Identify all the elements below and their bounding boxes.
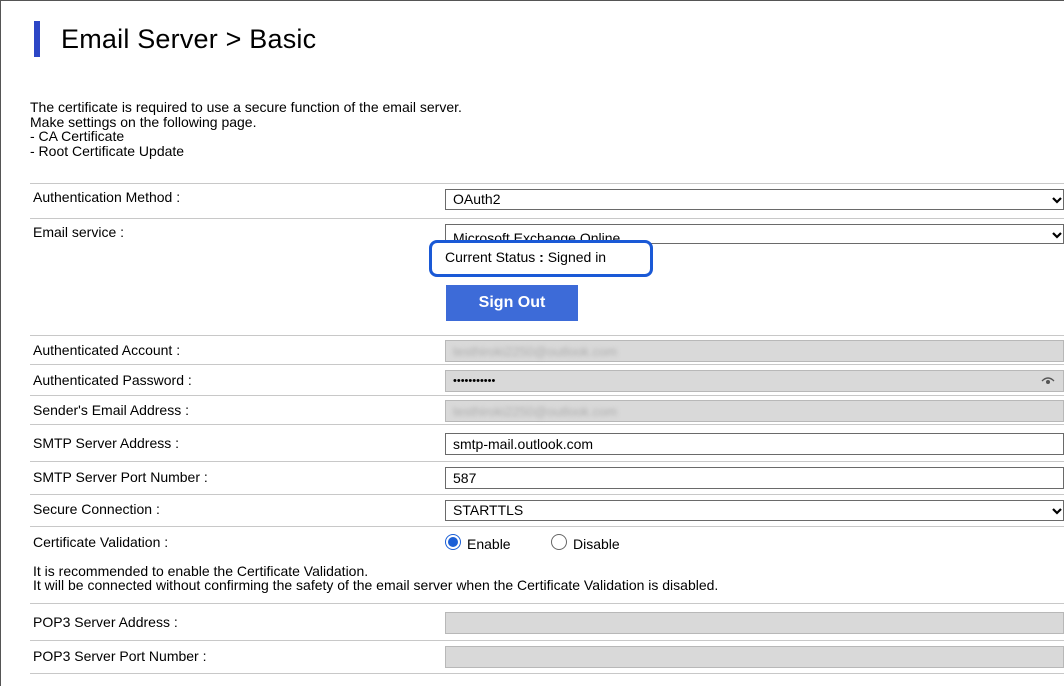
enable-radio[interactable] bbox=[445, 534, 461, 550]
auth-account-value: testhiroki2250@outlook.com bbox=[453, 344, 618, 359]
notice-line: The certificate is required to use a sec… bbox=[30, 99, 462, 115]
secure-connection-value: STARTTLS bbox=[453, 502, 524, 518]
status-label: Current Status bbox=[445, 249, 536, 265]
sender-email-label: Sender's Email Address : bbox=[33, 402, 189, 418]
pop3-address-label: POP3 Server Address : bbox=[33, 614, 178, 630]
certificate-notice: The certificate is required to use a sec… bbox=[30, 100, 462, 158]
row-divider bbox=[30, 494, 1064, 495]
eye-icon[interactable] bbox=[1041, 376, 1055, 386]
cert-validation-label: Certificate Validation : bbox=[33, 534, 169, 550]
cert-validation-recommendation: It is recommended to enable the Certific… bbox=[33, 564, 718, 592]
header-accent-bar bbox=[34, 21, 40, 57]
email-service-label: Email service : bbox=[33, 224, 125, 240]
pop3-address-input[interactable] bbox=[445, 612, 1064, 634]
sign-out-button[interactable]: Sign Out bbox=[446, 285, 578, 321]
row-divider bbox=[30, 603, 1064, 604]
chevron-down-icon bbox=[1052, 232, 1062, 239]
auth-method-label: Authentication Method : bbox=[33, 189, 181, 205]
notice-line: - Root Certificate Update bbox=[30, 142, 185, 159]
row-divider bbox=[30, 640, 1064, 641]
sender-email-value: testhiroki2250@outlook.com bbox=[453, 404, 618, 419]
secure-connection-select[interactable]: STARTTLS bbox=[445, 500, 1064, 521]
recommendation-line: It is recommended to enable the Certific… bbox=[33, 563, 369, 579]
row-divider bbox=[30, 424, 1064, 425]
auth-password-label: Authenticated Password : bbox=[33, 372, 192, 388]
row-divider bbox=[30, 395, 1064, 396]
row-divider bbox=[30, 461, 1064, 462]
smtp-port-input[interactable] bbox=[445, 467, 1064, 489]
current-status: Current Status : Signed in bbox=[445, 249, 606, 265]
row-divider bbox=[30, 183, 1064, 184]
row-divider bbox=[30, 364, 1064, 365]
row-divider bbox=[30, 673, 1064, 674]
notice-line: - CA Certificate bbox=[30, 128, 125, 144]
disable-radio-label[interactable]: Disable bbox=[573, 536, 620, 552]
sender-email-field[interactable]: testhiroki2250@outlook.com bbox=[445, 400, 1064, 422]
row-divider bbox=[30, 526, 1064, 527]
row-divider bbox=[30, 335, 1064, 336]
auth-method-value: OAuth2 bbox=[453, 191, 501, 207]
disable-radio[interactable] bbox=[551, 534, 567, 550]
auth-account-field[interactable]: testhiroki2250@outlook.com bbox=[445, 340, 1064, 362]
smtp-port-label: SMTP Server Port Number : bbox=[33, 469, 208, 485]
status-value: Signed in bbox=[547, 249, 607, 265]
notice-line: Make settings on the following page. bbox=[30, 113, 257, 130]
enable-radio-label[interactable]: Enable bbox=[467, 536, 511, 552]
pop3-port-input[interactable] bbox=[445, 646, 1064, 668]
page-title: Email Server > Basic bbox=[61, 24, 317, 54]
auth-account-label: Authenticated Account : bbox=[33, 342, 181, 358]
secure-connection-label: Secure Connection : bbox=[33, 501, 160, 517]
chevron-down-icon bbox=[1052, 197, 1062, 204]
recommendation-line: It will be connected without confirming … bbox=[33, 577, 719, 593]
smtp-address-input[interactable] bbox=[445, 433, 1064, 455]
pop3-port-label: POP3 Server Port Number : bbox=[33, 648, 207, 664]
auth-password-field[interactable]: ••••••••••• bbox=[445, 370, 1064, 392]
auth-method-select[interactable]: OAuth2 bbox=[445, 189, 1064, 210]
status-separator: : bbox=[535, 249, 548, 265]
row-divider bbox=[30, 218, 1064, 219]
smtp-address-label: SMTP Server Address : bbox=[33, 435, 180, 451]
auth-password-value: ••••••••••• bbox=[453, 375, 496, 387]
chevron-down-icon bbox=[1052, 508, 1062, 515]
